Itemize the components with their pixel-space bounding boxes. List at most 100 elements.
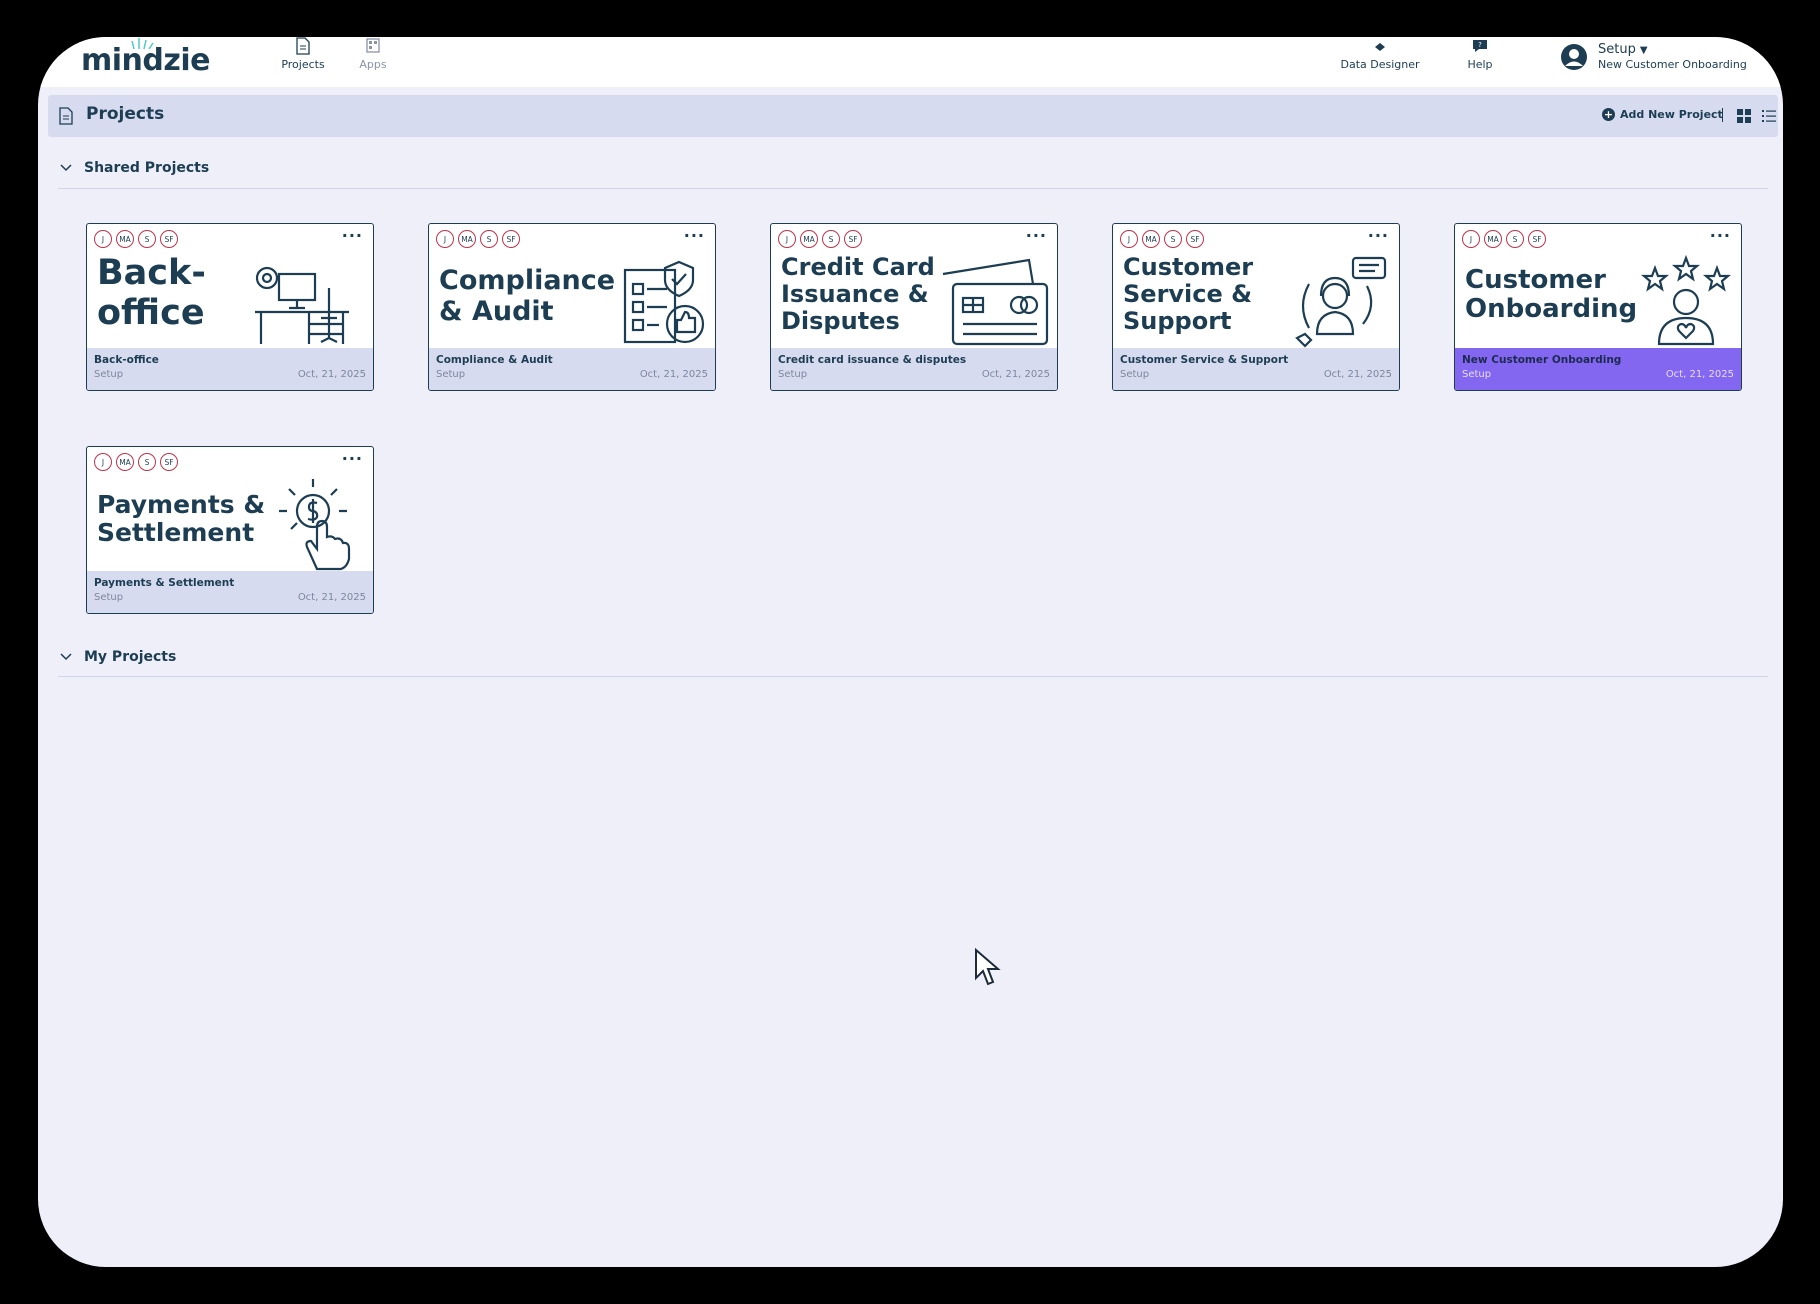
page-header: Projects + Add New Project [48, 95, 1778, 137]
member-badges: J MA S SF [94, 230, 178, 248]
project-owner: Setup [778, 369, 808, 380]
card-cover-title: Customer Onboarding [1465, 265, 1638, 325]
nav-help[interactable]: ? Help [1460, 37, 1500, 71]
project-card-back-office[interactable]: J MA S SF ··· Back- office Back-office S… [86, 223, 374, 391]
card-cover-title: Customer Service & Support [1123, 253, 1254, 336]
member-badge: MA [116, 453, 134, 471]
member-badge: SF [502, 230, 520, 248]
member-badge: J [436, 230, 454, 248]
chevron-down-icon: ▼ [1639, 45, 1648, 56]
credit-card-icon [942, 258, 1049, 346]
member-badges: J MA S SF [1462, 230, 1546, 248]
nav-projects[interactable]: Projects [278, 37, 328, 71]
project-date: Oct, 21, 2025 [639, 369, 708, 380]
member-badge: MA [800, 230, 818, 248]
project-name: Payments & Settlement [94, 577, 235, 589]
project-date: Oct, 21, 2025 [981, 369, 1050, 380]
nav-data-designer-label: Data Designer [1340, 58, 1420, 71]
more-options-icon[interactable]: ··· [342, 449, 363, 468]
mouse-cursor-icon [975, 948, 1001, 986]
member-badge: J [1120, 230, 1138, 248]
project-date: Oct, 21, 2025 [1323, 369, 1392, 380]
more-options-icon[interactable]: ··· [684, 226, 705, 245]
more-options-icon[interactable]: ··· [342, 226, 363, 245]
member-badges: J MA S SF [94, 453, 178, 471]
card-footer: Compliance & Audit Setup Oct, 21, 2025 [429, 348, 715, 390]
support-agent-icon [1295, 256, 1387, 348]
project-date: Oct, 21, 2025 [1665, 369, 1734, 380]
card-footer: Payments & Settlement Setup Oct, 21, 202… [87, 571, 373, 613]
chevron-down-icon [60, 164, 72, 172]
member-badge: MA [1142, 230, 1160, 248]
project-card-compliance-audit[interactable]: J MA S SF ··· Compliance & Audit Complia… [428, 223, 716, 391]
divider [1722, 108, 1723, 122]
project-card-customer-service[interactable]: J MA S SF ··· Customer Service & Support… [1112, 223, 1400, 391]
card-cover-title: Back- office [97, 253, 206, 333]
project-owner: Setup [94, 369, 124, 380]
page-title: Projects [86, 104, 165, 124]
payment-click-icon [279, 479, 351, 571]
project-owner: Setup [94, 592, 124, 603]
project-date: Oct, 21, 2025 [297, 592, 366, 603]
shared-projects-toggle[interactable]: Shared Projects [60, 160, 209, 176]
nav-data-designer[interactable]: Data Designer [1340, 37, 1420, 71]
member-badge: S [480, 230, 498, 248]
member-badges: J MA S SF [436, 230, 520, 248]
project-date: Oct, 21, 2025 [297, 369, 366, 380]
member-badge: J [94, 230, 112, 248]
project-owner: Setup [1120, 369, 1150, 380]
project-owner: Setup [436, 369, 466, 380]
member-badge: SF [160, 230, 178, 248]
card-footer: Back-office Setup Oct, 21, 2025 [87, 348, 373, 390]
nav-apps[interactable]: Apps [353, 37, 393, 71]
add-new-project-button[interactable]: + Add New Project [1602, 108, 1723, 121]
office-desk-icon [255, 266, 349, 344]
member-badge: J [1462, 230, 1480, 248]
project-card-customer-onboarding[interactable]: J MA S SF ··· Customer Onboarding New Cu… [1454, 223, 1742, 391]
card-cover-title: Compliance & Audit [439, 265, 616, 327]
member-badges: J MA S SF [778, 230, 862, 248]
card-footer: Customer Service & Support Setup Oct, 21… [1113, 348, 1399, 390]
document-icon [59, 107, 73, 125]
member-badge: SF [1186, 230, 1204, 248]
member-badges: J MA S SF [1120, 230, 1204, 248]
grid-view-icon[interactable] [1737, 109, 1751, 123]
apps-icon [366, 38, 380, 53]
my-projects-title: My Projects [84, 649, 177, 665]
member-badge: MA [1484, 230, 1502, 248]
member-badge: S [1164, 230, 1182, 248]
project-card-credit-card[interactable]: J MA S SF ··· Credit Card Issuance & Dis… [770, 223, 1058, 391]
member-badge: SF [160, 453, 178, 471]
avatar [1561, 44, 1587, 70]
top-nav: mindzie Projects Apps Data Designer ? He… [38, 37, 1783, 87]
project-card-payments-settlement[interactable]: J MA S SF ··· Payments & Settlement Paym… [86, 446, 374, 614]
card-footer: Credit card issuance & disputes Setup Oc… [771, 348, 1057, 390]
svg-text:?: ? [1478, 41, 1482, 49]
my-projects-toggle[interactable]: My Projects [60, 649, 176, 665]
section-divider [58, 676, 1768, 677]
member-badge: MA [458, 230, 476, 248]
member-badge: SF [844, 230, 862, 248]
app-logo[interactable]: mindzie [81, 43, 210, 78]
project-name: Credit card issuance & disputes [778, 354, 967, 366]
project-name: Back-office [94, 354, 159, 366]
plus-icon: + [1602, 108, 1615, 121]
member-badge: MA [116, 230, 134, 248]
shared-projects-title: Shared Projects [84, 160, 210, 176]
section-divider [58, 188, 1768, 189]
card-footer: New Customer Onboarding Setup Oct, 21, 2… [1455, 348, 1741, 390]
nav-projects-label: Projects [281, 58, 325, 71]
document-icon [296, 37, 310, 55]
project-name: Compliance & Audit [436, 354, 553, 366]
more-options-icon[interactable]: ··· [1368, 226, 1389, 245]
customer-stars-icon [1641, 254, 1731, 346]
list-view-icon[interactable] [1762, 109, 1776, 123]
user-name: Setup ▼ [1598, 42, 1648, 57]
add-new-project-label: Add New Project [1620, 108, 1723, 121]
more-options-icon[interactable]: ··· [1026, 226, 1047, 245]
project-owner: Setup [1462, 369, 1492, 380]
project-name: Customer Service & Support [1120, 354, 1289, 366]
more-options-icon[interactable]: ··· [1710, 226, 1731, 245]
member-badge: SF [1528, 230, 1546, 248]
member-badge: S [138, 230, 156, 248]
